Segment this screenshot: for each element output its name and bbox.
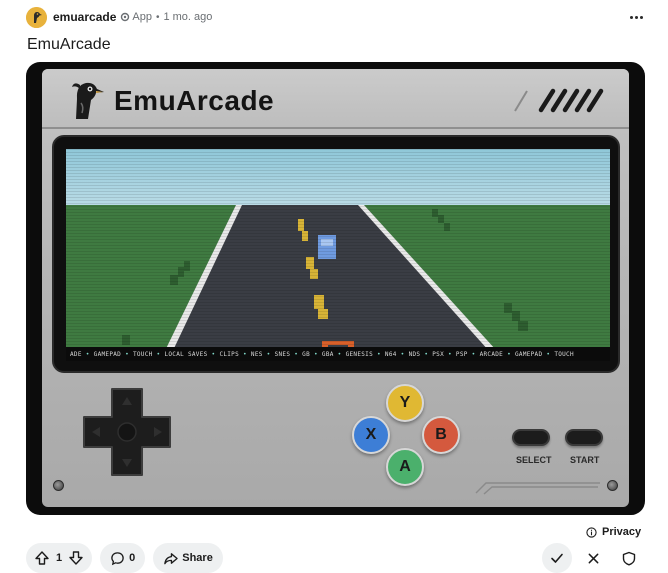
- emu-bird-icon: [26, 6, 47, 28]
- console-top-strip: EmuArcade: [42, 69, 629, 129]
- app-badge: App: [120, 11, 152, 23]
- app-gear-icon: [121, 12, 130, 22]
- console-ticker: ADE • GAMEPAD • TOUCH • LOCAL SAVES • CLIPS •…: [66, 347, 610, 361]
- post-action-bar: 1 0 Share: [26, 543, 223, 573]
- ticker-item: PSX: [432, 350, 444, 358]
- checkmark-icon: [551, 553, 563, 563]
- comments-count: 0: [129, 552, 136, 564]
- app-badge-label: App: [132, 11, 152, 23]
- start-label: START: [570, 455, 600, 465]
- face-buttons: Y X B A: [352, 384, 460, 488]
- ticker-item: GAMEPAD: [93, 350, 122, 358]
- ticker-item: PSP: [455, 350, 468, 358]
- share-arrow-icon: [164, 552, 178, 564]
- vent-slits: [514, 88, 604, 113]
- vote-group: 1: [26, 543, 93, 573]
- ticker-item: GENESIS: [345, 350, 373, 358]
- shield-icon: [622, 551, 636, 565]
- select-button: [512, 429, 550, 446]
- author-name[interactable]: emuarcade: [53, 10, 116, 24]
- share-label: Share: [182, 552, 213, 564]
- approve-button[interactable]: [542, 543, 572, 573]
- x-button: X: [352, 416, 390, 454]
- privacy-label: Privacy: [602, 526, 642, 538]
- screen-bezel: ADE • GAMEPAD • TOUCH • LOCAL SAVES • CLIPS •…: [52, 135, 620, 373]
- comment-bubble-icon: [111, 551, 124, 565]
- arrow-down-icon[interactable]: [68, 550, 84, 566]
- ticker-item: TOUCH: [554, 350, 574, 358]
- post-time: 1 mo. ago: [163, 11, 213, 23]
- select-label: SELECT: [516, 455, 552, 465]
- avatar[interactable]: [26, 6, 47, 28]
- ticker-item: SNES: [274, 350, 291, 358]
- emu-logo-icon: [72, 82, 104, 119]
- ticker-item: ADE: [70, 350, 82, 358]
- dpad: [83, 388, 171, 476]
- ticker-item: NDS: [408, 350, 421, 358]
- mod-shield-button[interactable]: [614, 543, 644, 573]
- vote-count: 1: [56, 552, 63, 564]
- info-icon: [586, 526, 597, 538]
- b-button: B: [422, 416, 460, 454]
- privacy-link[interactable]: Privacy: [586, 526, 641, 538]
- post-image[interactable]: EmuArcade ADE • GAMEPAD • TOUCH • LOCAL …: [26, 62, 645, 515]
- ticker-item: GB: [302, 350, 310, 358]
- separator-dot: •: [155, 11, 160, 23]
- ticker-item: ARCADE: [479, 350, 504, 358]
- screw: [607, 480, 618, 491]
- speaker-grille: [475, 482, 600, 495]
- post-title[interactable]: EmuArcade: [27, 36, 111, 54]
- ticker-item: CLIPS: [219, 350, 239, 358]
- racing-game-scene: [66, 149, 610, 361]
- a-button: A: [386, 448, 424, 486]
- post-header: emuarcade App • 1 mo. ago: [26, 5, 650, 29]
- share-button[interactable]: Share: [153, 543, 223, 573]
- handheld-console: EmuArcade ADE • GAMEPAD • TOUCH • LOCAL …: [42, 69, 629, 507]
- console-brand-name: EmuArcade: [114, 85, 275, 116]
- ticker-item: GBA: [321, 350, 334, 358]
- ticker-item: LOCAL SAVES: [164, 350, 208, 358]
- start-button: [565, 429, 603, 446]
- close-icon: [588, 553, 598, 563]
- screw: [53, 480, 64, 491]
- ticker-item: GAMEPAD: [515, 350, 543, 358]
- remove-button[interactable]: [578, 543, 608, 573]
- more-horizontal-icon: [629, 15, 633, 19]
- ticker-item: TOUCH: [132, 350, 153, 358]
- more-options-button[interactable]: [626, 7, 646, 27]
- arrow-up-icon[interactable]: [34, 550, 50, 566]
- ticker-item: NES: [250, 350, 263, 358]
- mod-actions: [536, 543, 644, 573]
- game-screen: ADE • GAMEPAD • TOUCH • LOCAL SAVES • CLIPS •…: [66, 149, 610, 361]
- comments-button[interactable]: 0: [100, 543, 146, 573]
- y-button: Y: [386, 384, 424, 422]
- ticker-item: N64: [384, 350, 397, 358]
